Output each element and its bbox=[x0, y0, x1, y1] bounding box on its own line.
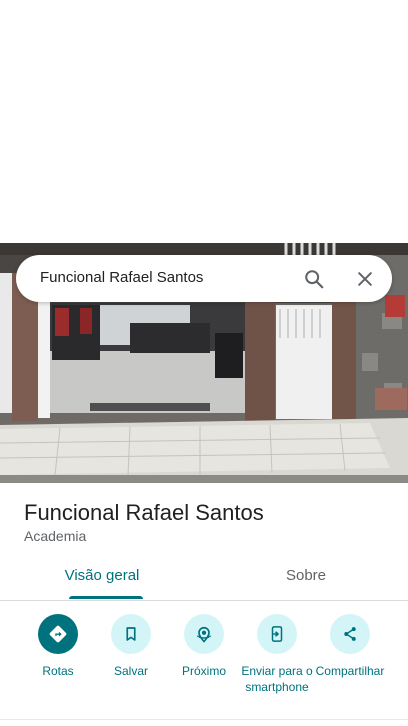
map-area[interactable] bbox=[0, 0, 408, 243]
close-icon[interactable] bbox=[349, 263, 381, 295]
save-button[interactable]: Salvar bbox=[91, 614, 171, 679]
active-tab-indicator bbox=[69, 596, 143, 599]
place-title: Funcional Rafael Santos bbox=[24, 500, 264, 525]
maps-place-page: Funcional Rafael Santos Funcional Rafael… bbox=[0, 0, 408, 726]
share-label: Compartilhar bbox=[315, 664, 385, 678]
tab-overview[interactable]: Visão geral bbox=[0, 556, 204, 600]
search-icon[interactable] bbox=[298, 263, 330, 295]
share-icon bbox=[330, 614, 370, 654]
nearby-button[interactable]: Próximo bbox=[164, 614, 244, 679]
tab-about[interactable]: Sobre bbox=[204, 556, 408, 600]
bookmark-icon bbox=[111, 614, 151, 654]
share-button[interactable]: Compartilhar bbox=[310, 614, 390, 679]
nearby-label: Próximo bbox=[181, 664, 226, 678]
place-category: Academia bbox=[24, 528, 87, 544]
send-to-phone-icon bbox=[257, 614, 297, 654]
directions-icon bbox=[38, 614, 78, 654]
search-input[interactable]: Funcional Rafael Santos bbox=[40, 269, 203, 286]
tab-bar: Visão geral Sobre bbox=[0, 556, 408, 601]
nearby-icon bbox=[184, 614, 224, 654]
save-label: Salvar bbox=[113, 664, 148, 678]
send-to-phone-label: Enviar para o smartphone bbox=[241, 664, 313, 694]
directions-label: Rotas bbox=[42, 664, 74, 678]
send-to-phone-button[interactable]: Enviar para o smartphone bbox=[237, 614, 317, 695]
search-bar[interactable]: Funcional Rafael Santos bbox=[16, 255, 392, 302]
action-row: Rotas Salvar Próximo Enviar para o smart… bbox=[0, 614, 408, 714]
directions-button[interactable]: Rotas bbox=[18, 614, 98, 679]
divider bbox=[0, 719, 408, 720]
